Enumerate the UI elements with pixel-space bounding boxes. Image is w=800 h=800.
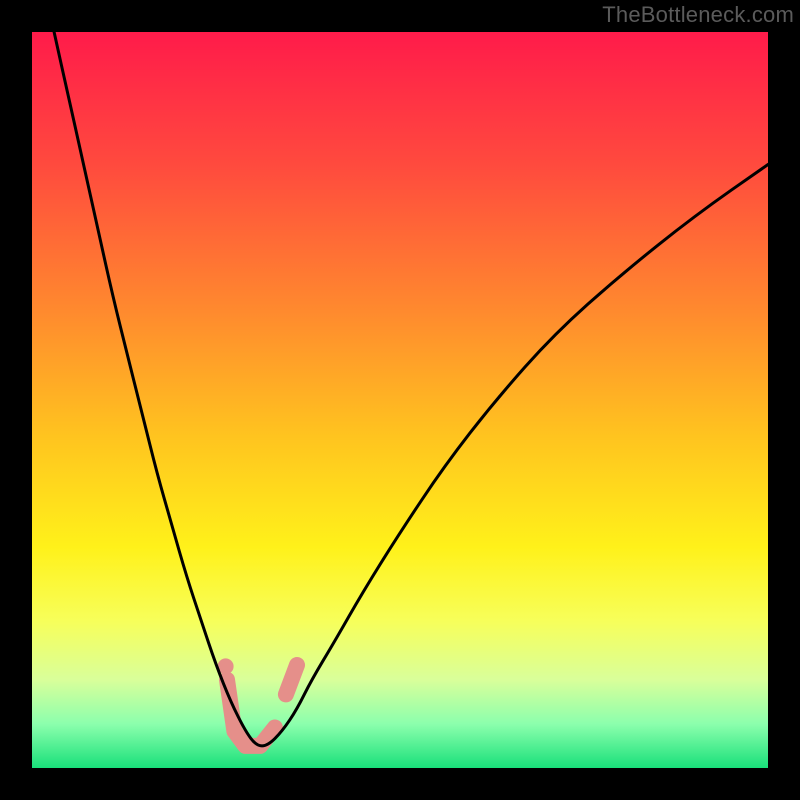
- valley-highlight: [286, 665, 297, 694]
- chart-plot-area: [32, 32, 768, 768]
- chart-svg: [32, 32, 768, 768]
- chart-background: [32, 32, 768, 768]
- watermark-label: TheBottleneck.com: [602, 2, 794, 28]
- chart-container: TheBottleneck.com: [0, 0, 800, 800]
